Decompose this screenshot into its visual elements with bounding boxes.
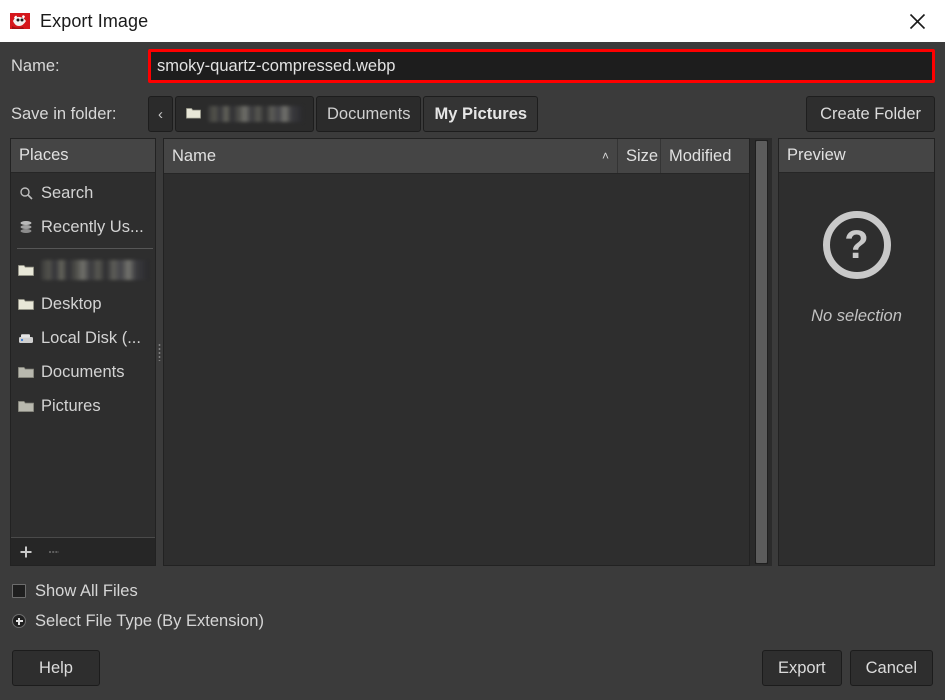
file-list-scrollbar[interactable] <box>750 138 772 566</box>
name-row: Name: smoky-quartz-compressed.webp <box>0 42 945 90</box>
search-icon <box>17 186 35 200</box>
sidebar-item-desktop[interactable]: Desktop <box>11 287 155 321</box>
sidebar-item-label: Desktop <box>41 295 102 314</box>
folder-dark-icon <box>17 400 35 413</box>
folder-icon <box>17 298 35 311</box>
drive-icon <box>17 332 35 345</box>
options-area: Show All Files Select File Type (By Exte… <box>0 566 945 636</box>
breadcrumb-item-documents[interactable]: Documents <box>316 96 421 132</box>
redacted-folder-name <box>208 106 303 122</box>
sidebar-item-documents[interactable]: Documents <box>11 355 155 389</box>
titlebar: Export Image <box>0 0 945 42</box>
sidebar-item-search[interactable]: Search <box>11 176 155 210</box>
file-list-panel: Name ˄ Size Modified <box>163 138 750 566</box>
browser-area: Places Search <box>0 138 945 566</box>
create-folder-button[interactable]: Create Folder <box>806 96 935 132</box>
breadcrumb: ‹ Documents My Pictures <box>148 96 540 132</box>
places-header: Places <box>11 139 155 173</box>
sidebar-item-pictures[interactable]: Pictures <box>11 389 155 423</box>
folder-dark-icon <box>17 366 35 379</box>
export-image-dialog: Export Image Name: smoky-quartz-compress… <box>0 0 945 700</box>
file-list-body[interactable] <box>164 174 749 565</box>
show-all-files-checkbox[interactable] <box>12 584 26 598</box>
sidebar-item-label: Pictures <box>41 397 101 416</box>
places-panel: Places Search <box>10 138 156 566</box>
column-header-modified[interactable]: Modified <box>661 139 749 173</box>
add-bookmark-button[interactable] <box>19 545 33 559</box>
redacted-home-name <box>41 260 149 280</box>
sidebar-item-home[interactable] <box>11 253 155 287</box>
column-header-size[interactable]: Size <box>618 139 661 173</box>
places-separator <box>17 248 153 249</box>
window-title: Export Image <box>40 11 148 32</box>
preview-panel: Preview ? No selection <box>778 138 935 566</box>
export-button[interactable]: Export <box>762 650 842 686</box>
show-all-files-label: Show All Files <box>35 582 138 601</box>
cancel-button[interactable]: Cancel <box>850 650 933 686</box>
show-all-files-row[interactable]: Show All Files <box>12 576 933 606</box>
places-footer <box>11 537 155 565</box>
select-file-type-expander-icon[interactable] <box>12 614 26 628</box>
filename-input[interactable]: smoky-quartz-compressed.webp <box>148 49 935 83</box>
sidebar-item-label: Recently Us... <box>41 218 144 237</box>
breadcrumb-back-button[interactable]: ‹ <box>148 96 173 132</box>
help-button[interactable]: Help <box>12 650 100 686</box>
select-file-type-row[interactable]: Select File Type (By Extension) <box>12 606 933 636</box>
preview-empty-text: No selection <box>811 307 902 326</box>
sidebar-item-recently-used[interactable]: Recently Us... <box>11 210 155 244</box>
places-list: Search Recently Us... <box>11 173 155 537</box>
sidebar-item-label: Documents <box>41 363 124 382</box>
scrollbar-thumb[interactable] <box>756 141 767 563</box>
save-in-folder-row: Save in folder: ‹ Documents My Pictures … <box>0 90 945 138</box>
remove-bookmark-button[interactable] <box>47 545 61 559</box>
panel-resize-grip[interactable] <box>156 138 163 566</box>
save-in-folder-label: Save in folder: <box>11 105 148 124</box>
recent-icon <box>17 220 35 234</box>
sidebar-item-local-disk[interactable]: Local Disk (... <box>11 321 155 355</box>
preview-header: Preview <box>779 139 934 173</box>
column-header-name[interactable]: Name ˄ <box>164 139 618 173</box>
file-list-header: Name ˄ Size Modified <box>164 139 749 174</box>
breadcrumb-item-my-pictures[interactable]: My Pictures <box>423 96 538 132</box>
question-mark-circle-icon: ? <box>823 211 891 279</box>
grip-dots-icon <box>158 343 161 361</box>
folder-icon <box>17 264 35 277</box>
sidebar-item-label: Search <box>41 184 93 203</box>
action-bar: Help Export Cancel <box>0 636 945 700</box>
folder-icon <box>186 105 201 124</box>
column-header-name-label: Name <box>172 147 216 166</box>
sort-ascending-icon: ˄ <box>602 149 609 163</box>
sidebar-item-label: Local Disk (... <box>41 329 141 348</box>
close-icon[interactable] <box>889 0 945 42</box>
select-file-type-label: Select File Type (By Extension) <box>35 612 264 631</box>
preview-body: ? No selection <box>779 173 934 565</box>
breadcrumb-item-home[interactable] <box>175 96 314 132</box>
name-label: Name: <box>11 57 148 76</box>
gimp-wilber-icon <box>9 10 31 32</box>
scrollbar-track[interactable] <box>755 140 768 564</box>
